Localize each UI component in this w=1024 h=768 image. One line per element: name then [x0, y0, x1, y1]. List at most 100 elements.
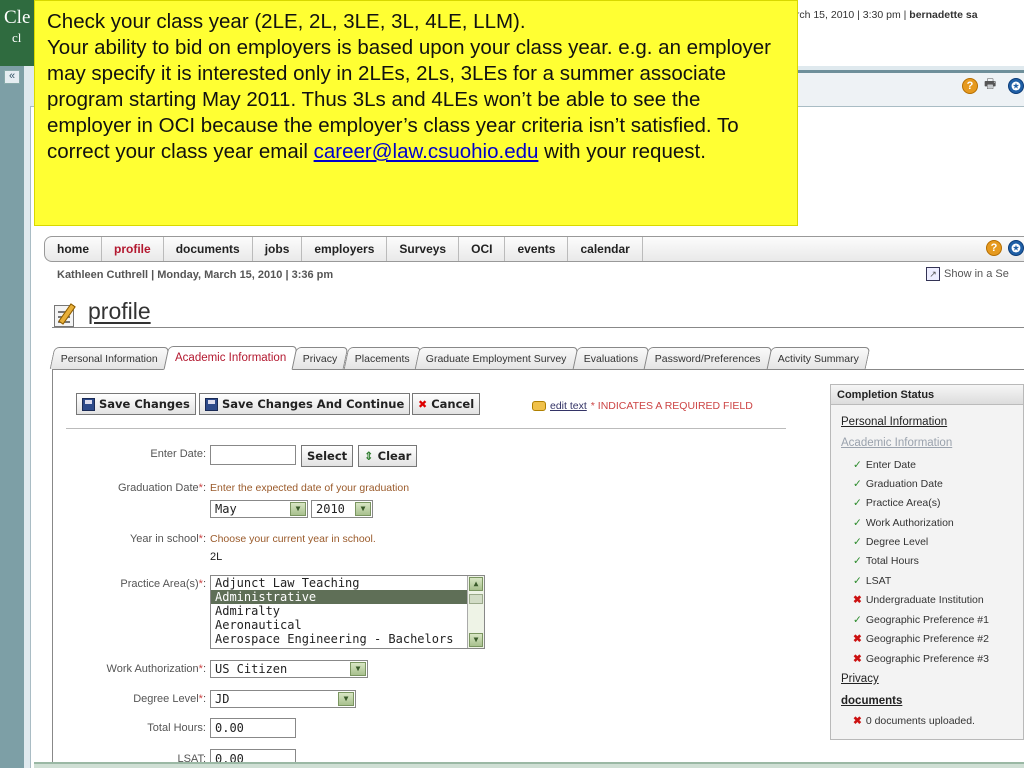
completion-item: ✓ Work Authorization	[853, 517, 954, 529]
completion-item: ✓ Geographic Preference #1	[853, 614, 989, 626]
cancel-label: Cancel	[431, 397, 475, 411]
career-email-link[interactable]: career@law.csuohio.edu	[314, 140, 539, 163]
degree-level-select[interactable]: JD ▼	[210, 690, 356, 708]
cancel-button[interactable]: ✖ Cancel	[412, 393, 481, 415]
completion-status-title: Completion Status	[831, 385, 1023, 405]
completion-status-panel: Completion Status Personal Information A…	[830, 384, 1024, 740]
edit-text-link[interactable]: edit text	[550, 400, 587, 412]
tab-evaluations[interactable]: Evaluations	[572, 347, 650, 369]
listbox-scrollbar[interactable]: ▲ ▼	[467, 576, 484, 648]
completion-item: ✓ Total Hours	[853, 555, 919, 567]
nav-accessibility-icon[interactable]: ✪	[1008, 240, 1024, 256]
completion-link-academic[interactable]: Academic Information	[841, 437, 952, 449]
tab-password-preferences[interactable]: Password/Preferences	[644, 347, 773, 369]
list-item[interactable]: Adjunct Law Teaching	[211, 576, 484, 590]
clear-label: Clear	[377, 449, 412, 463]
tab-graduate-employment-survey[interactable]: Graduate Employment Survey	[415, 347, 579, 369]
form-divider	[66, 428, 786, 429]
show-in-separate-window[interactable]: ↗ Show in a Se	[926, 267, 1009, 281]
degree-level-label-text: Degree Level	[133, 693, 199, 705]
completion-item: ✓ Enter Date	[853, 459, 916, 471]
left-sidebar-strip	[0, 66, 24, 768]
completion-item-label: Geographic Preference #3	[865, 653, 989, 665]
tab-label: Password/Preferences	[655, 352, 761, 365]
nav-help-icon[interactable]: ?	[986, 240, 1002, 256]
help-icon[interactable]: ?	[962, 78, 978, 94]
save-and-continue-button[interactable]: Save Changes And Continue	[199, 393, 411, 415]
degree-level-label: Degree Level*:	[133, 693, 206, 705]
top-username[interactable]: bernadette sa	[909, 9, 977, 21]
nav-jobs[interactable]: jobs	[253, 237, 303, 261]
completion-item: ✖ Geographic Preference #3	[853, 653, 989, 665]
tab-label: Academic Information	[174, 352, 287, 364]
nav-oci[interactable]: OCI	[459, 237, 506, 261]
printer-icon[interactable]: 🖶	[984, 76, 1002, 94]
nav-home[interactable]: home	[45, 237, 103, 261]
cancel-x-icon: ✖	[418, 397, 428, 411]
tab-personal-information[interactable]: Personal Information	[49, 347, 170, 369]
completion-item-label: LSAT	[865, 575, 892, 587]
logo-text-line2: cl	[12, 30, 22, 45]
scroll-thumb[interactable]	[469, 594, 483, 604]
nav-surveys[interactable]: Surveys	[387, 237, 460, 261]
checkmark-icon: ✓	[853, 497, 862, 509]
enter-date-input[interactable]	[210, 445, 296, 465]
content-border	[52, 370, 53, 768]
completion-item: ✓ Practice Area(s)	[853, 497, 941, 509]
collapse-sidebar-button[interactable]: «	[4, 70, 20, 84]
scroll-up-icon[interactable]: ▲	[469, 577, 483, 591]
tab-privacy[interactable]: Privacy	[291, 347, 349, 369]
callout-line3: with your request.	[538, 140, 706, 163]
completion-item-label: Undergraduate Institution	[865, 594, 984, 606]
save-changes-button[interactable]: Save Changes	[76, 393, 196, 415]
practice-areas-label: Practice Area(s)*:	[120, 578, 206, 590]
date-clear-button[interactable]: ⇕ Clear	[358, 445, 418, 467]
edit-document-icon	[52, 301, 82, 327]
date-select-button[interactable]: Select	[301, 445, 354, 467]
tab-placements[interactable]: Placements	[343, 347, 421, 369]
bottom-frame-edge	[34, 762, 1024, 768]
work-authorization-label-text: Work Authorization	[106, 663, 199, 675]
scroll-down-icon[interactable]: ▼	[469, 633, 483, 647]
completion-link-privacy[interactable]: Privacy	[841, 673, 879, 685]
completion-link-documents[interactable]: documents	[841, 695, 902, 707]
practice-areas-listbox[interactable]: Adjunct Law Teaching Administrative Admi…	[210, 575, 485, 649]
checkmark-icon: ✓	[853, 517, 862, 529]
completion-item: ✓ Degree Level	[853, 536, 928, 548]
year-in-school-value: 2L	[210, 551, 223, 563]
top-datetime: arch 15, 2010 | 3:30 pm |	[790, 9, 907, 21]
edit-text-area: edit text * INDICATES A REQUIRED FIELD	[532, 400, 753, 412]
completion-item-label: Practice Area(s)	[865, 497, 941, 509]
instruction-callout: Check your class year (2LE, 2L, 3LE, 3L,…	[34, 0, 798, 226]
completion-item: ✓ LSAT	[853, 575, 891, 587]
graduation-date-hint: Enter the expected date of your graduati…	[210, 482, 410, 494]
x-mark-icon: ✖	[853, 653, 862, 665]
graduation-month-value: May	[215, 502, 237, 516]
accessibility-icon[interactable]: ✪	[1008, 78, 1024, 94]
list-item[interactable]: Admiralty	[211, 604, 484, 618]
list-item[interactable]: Aeronautical	[211, 618, 484, 632]
nav-profile[interactable]: profile	[102, 237, 164, 261]
nav-documents[interactable]: documents	[164, 237, 253, 261]
total-hours-input[interactable]: 0.00	[210, 718, 296, 738]
school-logo: Cle cl	[0, 0, 36, 66]
completion-item-label: Degree Level	[865, 536, 929, 548]
tab-activity-summary[interactable]: Activity Summary	[766, 347, 871, 369]
list-item-selected[interactable]: Administrative	[211, 590, 484, 604]
list-item[interactable]: Aerospace Engineering - Bachelors	[211, 632, 484, 646]
completion-link-personal[interactable]: Personal Information	[841, 416, 947, 428]
graduation-year-select[interactable]: 2010 ▼	[311, 500, 373, 518]
work-authorization-select[interactable]: US Citizen ▼	[210, 660, 368, 678]
tab-academic-information[interactable]: Academic Information	[163, 346, 298, 370]
graduation-month-select[interactable]: May ▼	[210, 500, 308, 518]
show-separate-label: Show in a Se	[944, 268, 1009, 280]
tab-label: Activity Summary	[777, 352, 859, 365]
completion-item-label: Geographic Preference #1	[865, 614, 989, 626]
floppy-disk-icon	[82, 397, 95, 411]
nav-calendar[interactable]: calendar	[568, 237, 643, 261]
nav-employers[interactable]: employers	[302, 237, 388, 261]
callout-line1: Check your class year (2LE, 2L, 3LE, 3L,…	[47, 10, 526, 33]
nav-events[interactable]: events	[505, 237, 569, 261]
graduation-date-label-text: Graduation Date	[117, 482, 199, 494]
chevron-down-icon: ▼	[350, 662, 366, 676]
